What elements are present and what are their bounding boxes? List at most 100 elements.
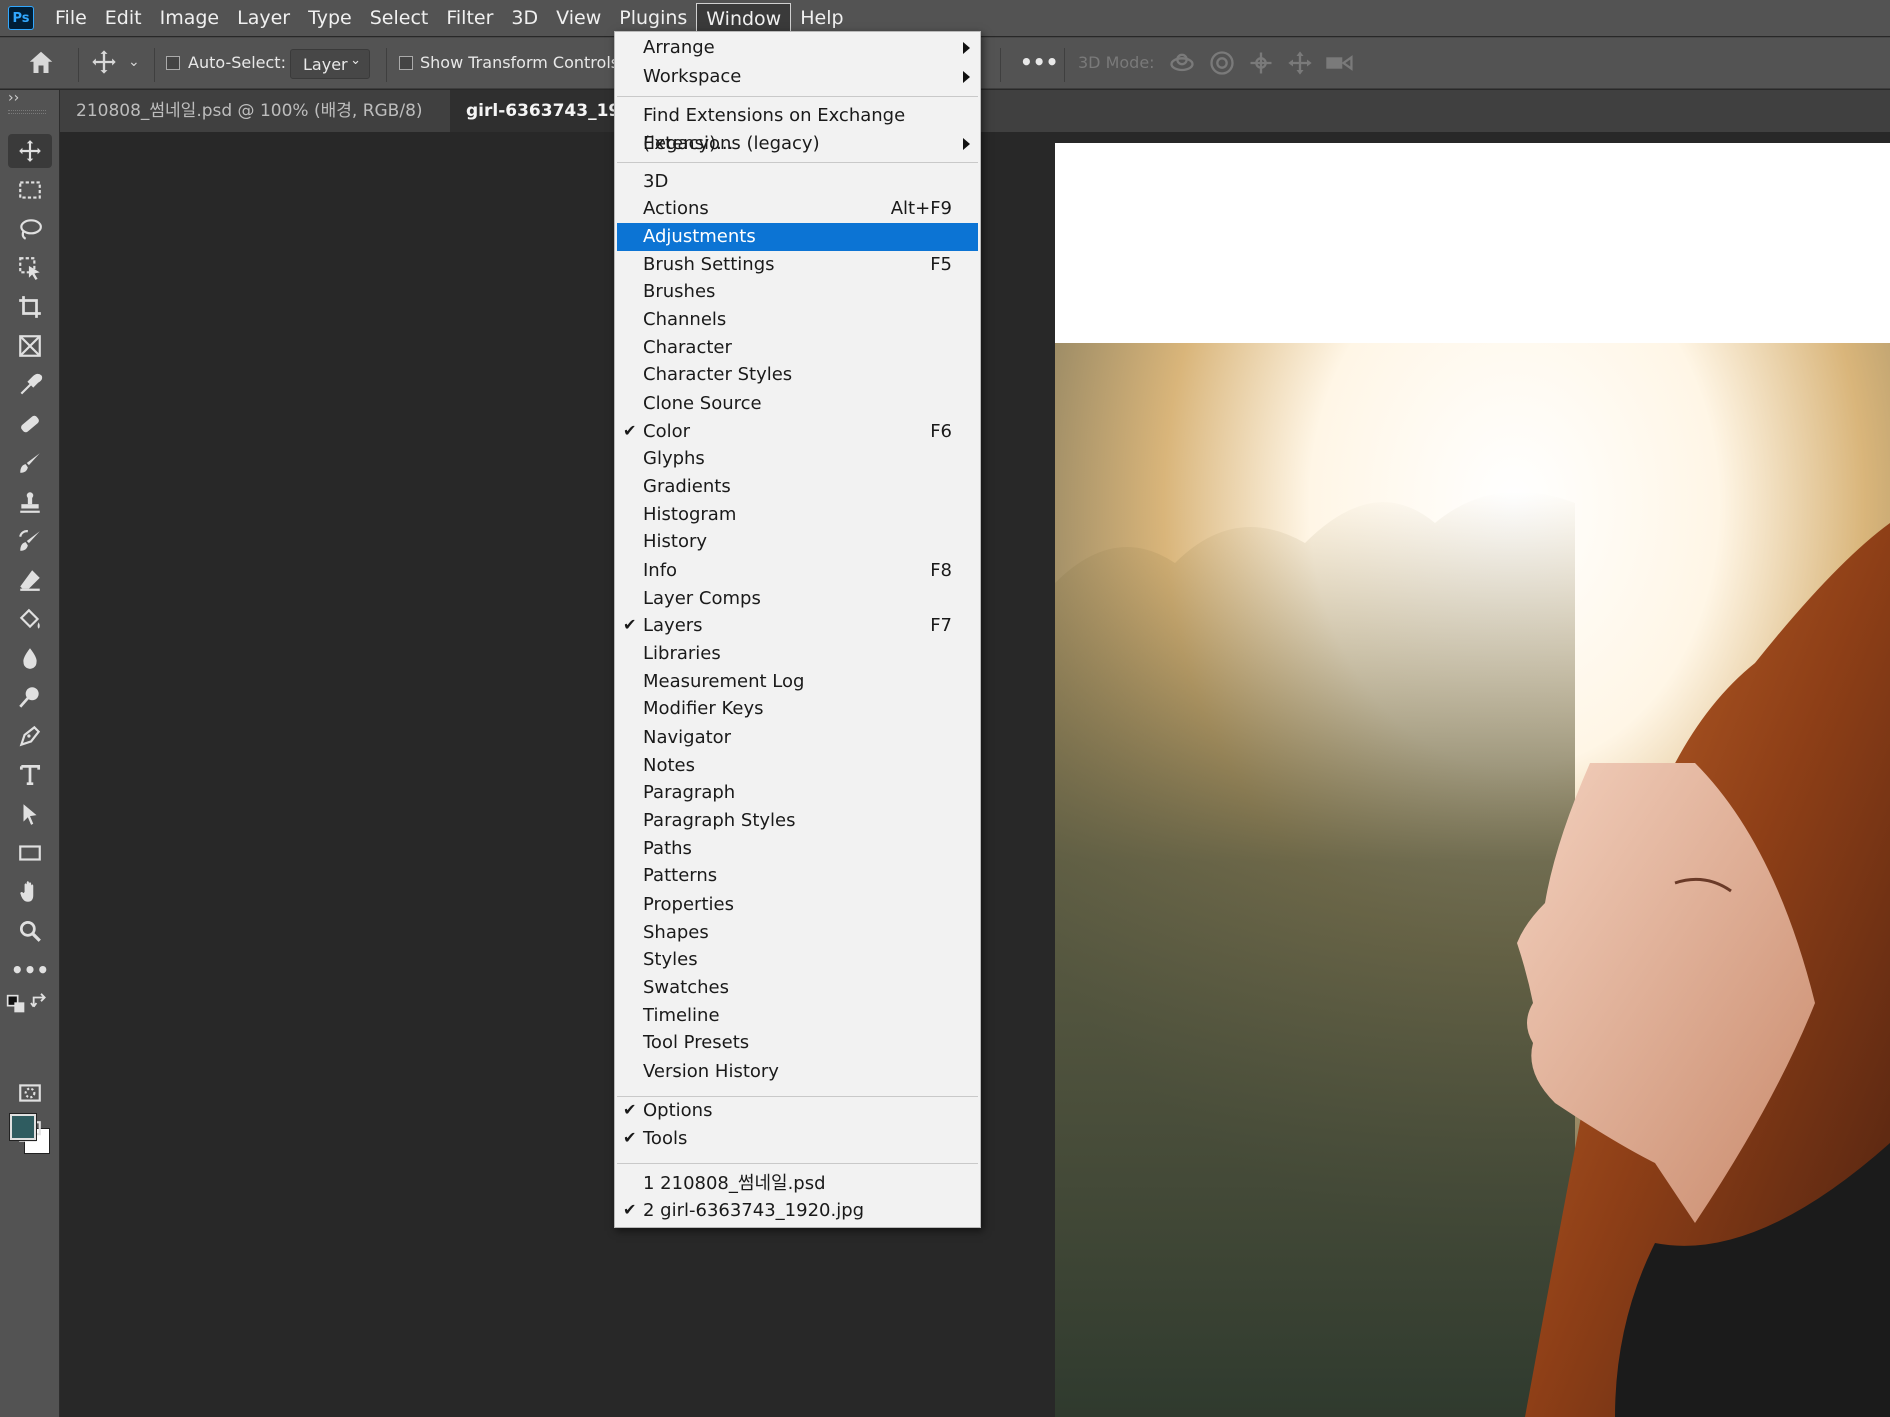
menu-item-gradients[interactable]: Gradients	[617, 473, 978, 501]
history-brush-icon[interactable]	[8, 524, 52, 558]
type-icon[interactable]	[8, 758, 52, 792]
menu-item-timeline[interactable]: Timeline	[617, 1002, 978, 1030]
menu-item-navigator[interactable]: Navigator	[617, 724, 978, 752]
menu-layer[interactable]: Layer	[228, 3, 299, 33]
menu-item-styles[interactable]: Styles	[617, 946, 978, 974]
menu-item-shapes[interactable]: Shapes	[617, 919, 978, 947]
menu-item-adjustments[interactable]: Adjustments	[617, 223, 978, 251]
menu-help[interactable]: Help	[791, 3, 852, 33]
menu-item-arrange[interactable]: Arrange	[617, 34, 978, 62]
menu-item-tool-presets[interactable]: Tool Presets	[617, 1029, 978, 1057]
brush-icon[interactable]	[8, 446, 52, 480]
rectangle-icon[interactable]	[8, 836, 52, 870]
blur-icon[interactable]	[8, 641, 52, 675]
menu-item-brushes[interactable]: Brushes	[617, 278, 978, 306]
menu-image[interactable]: Image	[151, 3, 229, 33]
roll-3d-icon[interactable]	[1208, 49, 1236, 83]
menu-item-paragraph[interactable]: Paragraph	[617, 779, 978, 807]
edit-toolbar-icon[interactable]: •••	[8, 953, 52, 987]
auto-select-target-dropdown[interactable]: Layer ⌄	[290, 49, 370, 79]
menu-item-tools[interactable]: ✔ Tools	[617, 1125, 978, 1153]
object-selection-icon[interactable]	[8, 251, 52, 285]
checkmark-icon: ✔	[623, 1100, 637, 1119]
menu-item-history[interactable]: History	[617, 528, 978, 556]
menu-item-extensions[interactable]: Extensions (legacy)	[617, 130, 978, 158]
menu-item-layer-comps[interactable]: Layer Comps	[617, 585, 978, 613]
menu-type[interactable]: Type	[299, 3, 361, 33]
submenu-arrow-icon	[963, 71, 970, 83]
menu-window[interactable]: Window	[696, 3, 792, 33]
menu-item-actions[interactable]: Actions Alt+F9	[617, 195, 978, 223]
tools-panel: ›› •••	[0, 90, 60, 1417]
menu-item-paragraph-styles[interactable]: Paragraph Styles	[617, 807, 978, 835]
menu-view[interactable]: View	[547, 3, 610, 33]
menu-item-libraries[interactable]: Libraries	[617, 640, 978, 668]
foreground-color-swatch[interactable]	[9, 1113, 37, 1141]
swap-colors-icon[interactable]	[30, 992, 52, 1014]
menu-item-open-document-1[interactable]: 1 210808_썸네일.psd	[617, 1170, 978, 1198]
default-colors-icon[interactable]	[6, 994, 26, 1014]
menu-plugins[interactable]: Plugins	[610, 3, 696, 33]
menu-item-3d[interactable]: 3D	[617, 168, 978, 196]
menu-file[interactable]: File	[46, 3, 96, 33]
menu-item-clone-source[interactable]: Clone Source	[617, 390, 978, 418]
menu-item-glyphs[interactable]: Glyphs	[617, 445, 978, 473]
move-tool-icon[interactable]	[90, 48, 118, 82]
dodge-icon[interactable]	[8, 680, 52, 714]
tab-document-1[interactable]: 210808_썸네일.psd @ 100% (배경, RGB/8) * ×	[60, 90, 450, 163]
document-canvas[interactable]	[1055, 143, 1890, 1417]
hand-icon[interactable]	[8, 875, 52, 909]
menu-item-options[interactable]: ✔ Options	[617, 1097, 978, 1125]
menu-item-properties[interactable]: Properties	[617, 891, 978, 919]
menu-item-find-extensions[interactable]: Find Extensions on Exchange (legacy)...	[617, 102, 978, 154]
menu-filter[interactable]: Filter	[437, 3, 502, 33]
menu-item-patterns[interactable]: Patterns	[617, 862, 978, 890]
clone-stamp-icon[interactable]	[8, 485, 52, 519]
panel-grip[interactable]	[8, 110, 46, 114]
menu-select[interactable]: Select	[361, 3, 438, 33]
menu-item-histogram[interactable]: Histogram	[617, 501, 978, 529]
path-selection-icon[interactable]	[8, 797, 52, 831]
menu-3d[interactable]: 3D	[502, 3, 547, 33]
pan-3d-icon[interactable]	[1247, 49, 1275, 83]
lasso-icon[interactable]	[8, 212, 52, 246]
spot-healing-brush-icon[interactable]	[8, 407, 52, 441]
move-tool-icon[interactable]	[8, 134, 52, 168]
menu-item-paths[interactable]: Paths	[617, 835, 978, 863]
home-icon[interactable]	[26, 48, 56, 84]
chevron-down-icon[interactable]: ⌄	[128, 54, 140, 70]
quick-mask-icon[interactable]	[8, 1076, 52, 1110]
zoom-icon[interactable]	[8, 914, 52, 948]
collapse-panel-button[interactable]: ››	[8, 90, 19, 106]
eraser-icon[interactable]	[8, 563, 52, 597]
crop-icon[interactable]	[8, 290, 52, 324]
paint-bucket-icon[interactable]	[8, 602, 52, 636]
rectangular-marquee-icon[interactable]	[8, 173, 52, 207]
menu-item-info[interactable]: Info F8	[617, 557, 978, 585]
menu-item-character[interactable]: Character	[617, 334, 978, 362]
menu-item-version-history[interactable]: Version History	[617, 1058, 978, 1086]
menu-item-open-document-2[interactable]: ✔ 2 girl-6363743_1920.jpg	[617, 1197, 978, 1225]
menu-item-color[interactable]: ✔ Color F6	[617, 418, 978, 446]
window-menu-dropdown: Arrange Workspace Find Extensions on Exc…	[614, 31, 981, 1228]
orbit-3d-icon[interactable]	[1168, 49, 1196, 83]
menu-item-layers[interactable]: ✔ Layers F7	[617, 612, 978, 640]
menu-item-modifier-keys[interactable]: Modifier Keys	[617, 695, 978, 723]
menu-item-character-styles[interactable]: Character Styles	[617, 361, 978, 389]
show-transform-controls-checkbox[interactable]	[399, 56, 413, 70]
auto-select-checkbox[interactable]	[166, 56, 180, 70]
more-options-button[interactable]: •••	[1020, 50, 1058, 74]
menu-item-swatches[interactable]: Swatches	[617, 974, 978, 1002]
checkmark-icon: ✔	[623, 421, 637, 440]
menu-item-measurement-log[interactable]: Measurement Log	[617, 668, 978, 696]
menu-item-workspace[interactable]: Workspace	[617, 63, 978, 91]
pen-icon[interactable]	[8, 719, 52, 753]
menu-edit[interactable]: Edit	[96, 3, 151, 33]
menu-item-brush-settings[interactable]: Brush Settings F5	[617, 251, 978, 279]
scale-3d-camera-icon[interactable]	[1324, 49, 1356, 83]
menu-item-notes[interactable]: Notes	[617, 752, 978, 780]
frame-icon[interactable]	[8, 329, 52, 363]
menu-item-channels[interactable]: Channels	[617, 306, 978, 334]
slide-3d-icon[interactable]	[1286, 49, 1314, 83]
eyedropper-icon[interactable]	[8, 368, 52, 402]
